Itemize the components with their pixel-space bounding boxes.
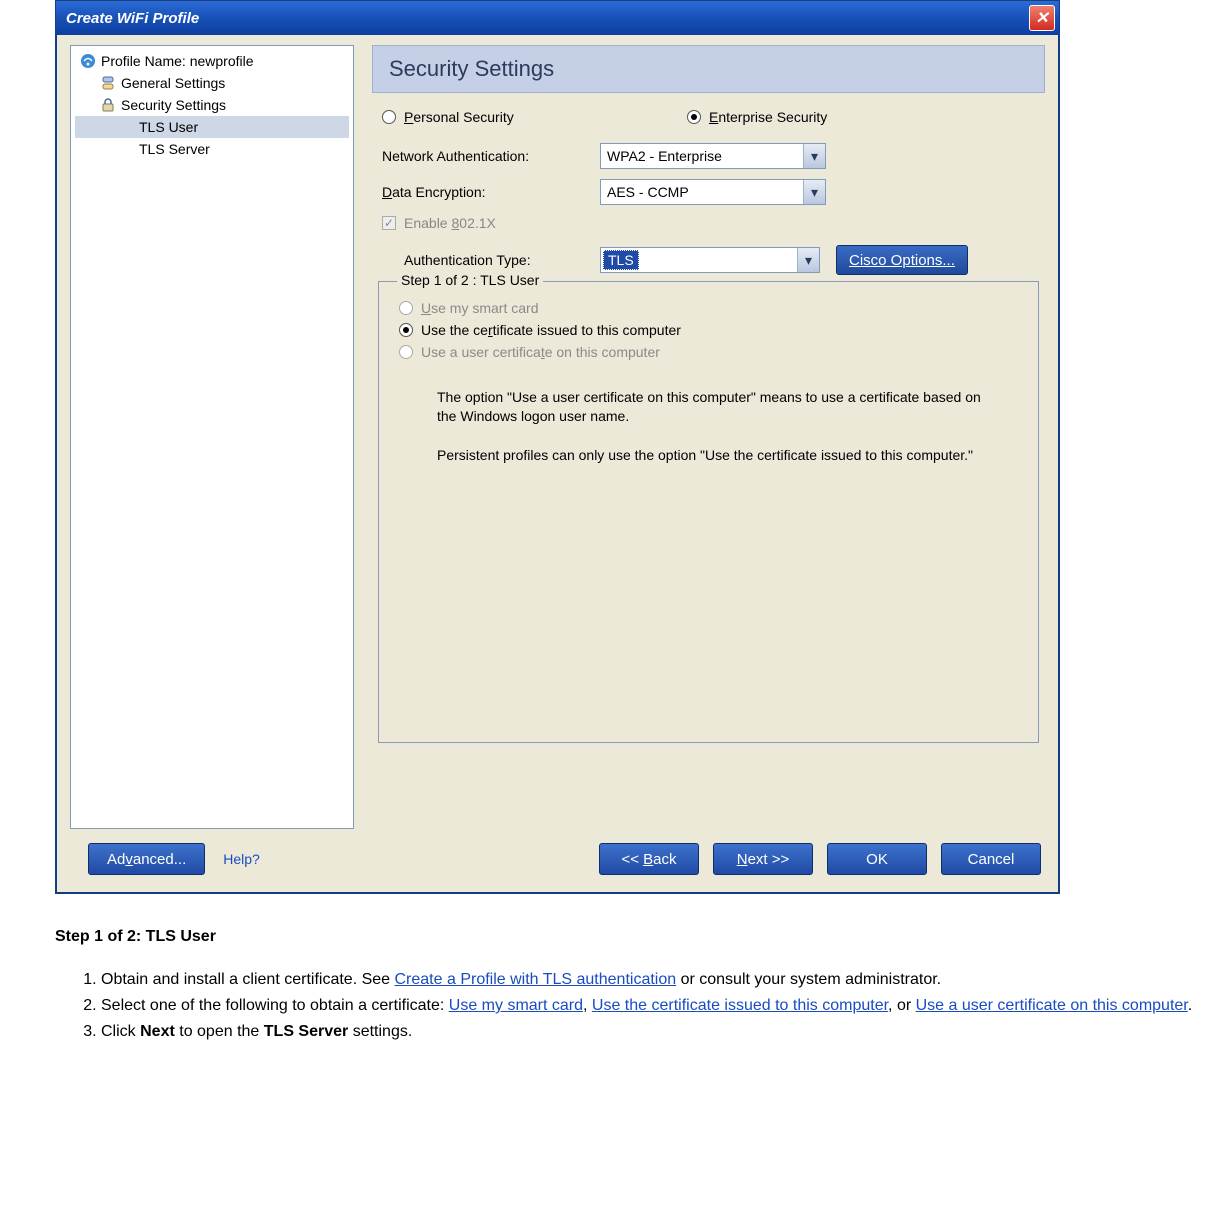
tree-security-settings[interactable]: Security Settings xyxy=(75,94,349,116)
select-value: AES - CCMP xyxy=(607,184,689,200)
radio-icon xyxy=(399,301,413,315)
radio-use-smart-card: Use my smart card xyxy=(393,300,1018,316)
instructions: Step 1 of 2: TLS User Obtain and install… xyxy=(55,928,1205,1044)
wifi-profile-dialog: Create WiFi Profile ✕ Profile Name: newp… xyxy=(55,0,1060,894)
titlebar[interactable]: Create WiFi Profile ✕ xyxy=(56,1,1059,35)
tls-user-groupbox: Step 1 of 2 : TLS User Use my smart card… xyxy=(378,281,1039,743)
tree-label: General Settings xyxy=(121,75,225,91)
radio-use-computer-certificate[interactable]: Use the certificate issued to this compu… xyxy=(393,322,1018,338)
tree-tls-user[interactable]: TLS User xyxy=(75,116,349,138)
tree-profile-root[interactable]: Profile Name: newprofile xyxy=(75,50,349,72)
next-button[interactable]: Next >> xyxy=(713,843,813,875)
link-create-profile-tls[interactable]: Create a Profile with TLS authentication xyxy=(395,971,677,988)
wifi-icon xyxy=(79,53,97,69)
instructions-heading: Step 1 of 2: TLS User xyxy=(55,928,1205,946)
help-link[interactable]: Help? xyxy=(223,851,260,867)
tree-label: TLS User xyxy=(139,119,198,135)
radio-icon xyxy=(399,323,413,337)
auth-type-label: Authentication Type: xyxy=(404,252,600,268)
link-computer-cert[interactable]: Use the certificate issued to this compu… xyxy=(592,997,888,1014)
ok-button[interactable]: OK xyxy=(827,843,927,875)
auth-type-select[interactable]: TLS ▾ xyxy=(600,247,820,273)
window-title: Create WiFi Profile xyxy=(66,10,1029,27)
cisco-options-button[interactable]: Cisco Options... xyxy=(836,245,968,275)
data-encryption-label: Data Encryption: xyxy=(382,184,600,200)
chevron-down-icon: ▾ xyxy=(803,144,825,168)
radio-enterprise-security[interactable]: Enterprise Security xyxy=(687,109,992,125)
profile-tree[interactable]: Profile Name: newprofile General Setting… xyxy=(70,45,354,829)
chevron-down-icon: ▾ xyxy=(803,180,825,204)
enable-8021x-checkbox: Enable 802.1X xyxy=(372,215,1045,231)
groupbox-description: The option "Use a user certificate on th… xyxy=(437,388,997,465)
tree-profile-label: Profile Name: newprofile xyxy=(101,53,254,69)
select-value: WPA2 - Enterprise xyxy=(607,148,722,164)
groupbox-legend: Step 1 of 2 : TLS User xyxy=(397,272,543,288)
chevron-down-icon: ▾ xyxy=(797,248,819,272)
instruction-step-3: Click Next to open the TLS Server settin… xyxy=(101,1020,1205,1044)
general-icon xyxy=(99,75,117,91)
select-value: TLS xyxy=(603,250,639,270)
instruction-step-1: Obtain and install a client certificate.… xyxy=(101,968,1205,992)
tree-label: TLS Server xyxy=(139,141,210,157)
radio-use-user-certificate: Use a user certificate on this computer xyxy=(393,344,1018,360)
cancel-button[interactable]: Cancel xyxy=(941,843,1041,875)
advanced-button[interactable]: Advanced... xyxy=(88,843,205,875)
radio-icon xyxy=(382,110,396,124)
lock-icon xyxy=(99,97,117,113)
instruction-step-2: Select one of the following to obtain a … xyxy=(101,994,1205,1018)
radio-icon xyxy=(399,345,413,359)
network-auth-select[interactable]: WPA2 - Enterprise ▾ xyxy=(600,143,826,169)
tree-general-settings[interactable]: General Settings xyxy=(75,72,349,94)
network-auth-label: Network Authentication: xyxy=(382,148,600,164)
tree-tls-server[interactable]: TLS Server xyxy=(75,138,349,160)
radio-personal-security[interactable]: Personal Security xyxy=(382,109,687,125)
data-encryption-select[interactable]: AES - CCMP ▾ xyxy=(600,179,826,205)
close-icon[interactable]: ✕ xyxy=(1029,5,1055,31)
panel-title: Security Settings xyxy=(372,45,1045,93)
link-smart-card[interactable]: Use my smart card xyxy=(449,997,583,1014)
settings-panel: Security Settings Personal Security Ente… xyxy=(354,45,1045,829)
link-user-cert[interactable]: Use a user certificate on this computer xyxy=(916,997,1188,1014)
dialog-button-bar: Advanced... Help? << Back Next >> OK Can… xyxy=(56,829,1059,893)
tree-label: Security Settings xyxy=(121,97,226,113)
radio-icon xyxy=(687,110,701,124)
back-button[interactable]: << Back xyxy=(599,843,699,875)
checkbox-icon xyxy=(382,216,396,230)
